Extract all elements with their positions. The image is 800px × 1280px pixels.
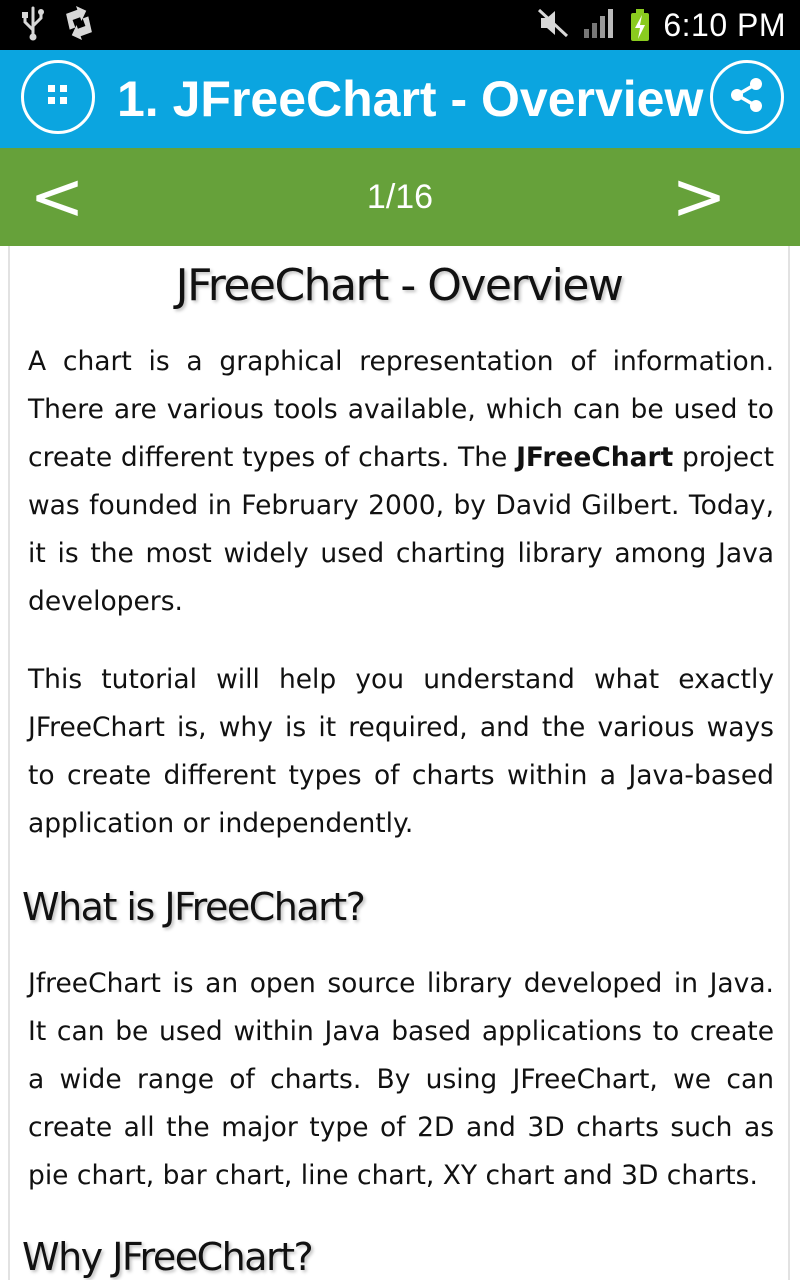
signal-icon — [583, 7, 617, 43]
battery-charging-icon — [631, 9, 650, 41]
intro-paragraph: A chart is a graphical representation of… — [28, 338, 774, 626]
status-bar-right: 6:10 PM — [537, 0, 786, 50]
status-bar-left — [20, 4, 94, 46]
app-title-bar: 1. JFreeChart - Overview — [0, 50, 800, 148]
chevron-left-icon: < — [29, 158, 85, 235]
menu-button[interactable] — [21, 60, 95, 134]
usb-icon — [20, 4, 46, 46]
grid-menu-icon — [46, 83, 70, 111]
what-is-paragraph: JfreeChart is an open source library dev… — [28, 968, 774, 1191]
page-counter: 1/16 — [366, 178, 434, 216]
intro-bold-term: JFreeChart — [516, 442, 674, 473]
chapter-nav-bar: < 1/16 > — [0, 148, 800, 246]
mute-icon — [537, 8, 569, 42]
previous-page-button[interactable]: < — [22, 162, 92, 232]
chevron-right-icon: > — [671, 158, 727, 235]
section-heading-why: Why JFreeChart? — [22, 1235, 314, 1279]
page-title: 1. JFreeChart - Overview — [117, 71, 704, 127]
tutorial-paragraph: This tutorial will help you understand w… — [28, 664, 774, 839]
article-heading: JFreeChart - Overview — [175, 260, 624, 311]
sync-icon — [64, 5, 94, 44]
status-time: 6:10 PM — [663, 6, 786, 43]
article-content[interactable]: JFreeChart - Overview A chart is a graph… — [8, 246, 790, 1280]
share-button[interactable] — [710, 60, 784, 134]
next-page-button[interactable]: > — [664, 162, 734, 232]
section-heading-what: What is JFreeChart? — [22, 885, 366, 929]
status-bar: 6:10 PM — [0, 0, 800, 50]
share-icon — [727, 75, 767, 119]
